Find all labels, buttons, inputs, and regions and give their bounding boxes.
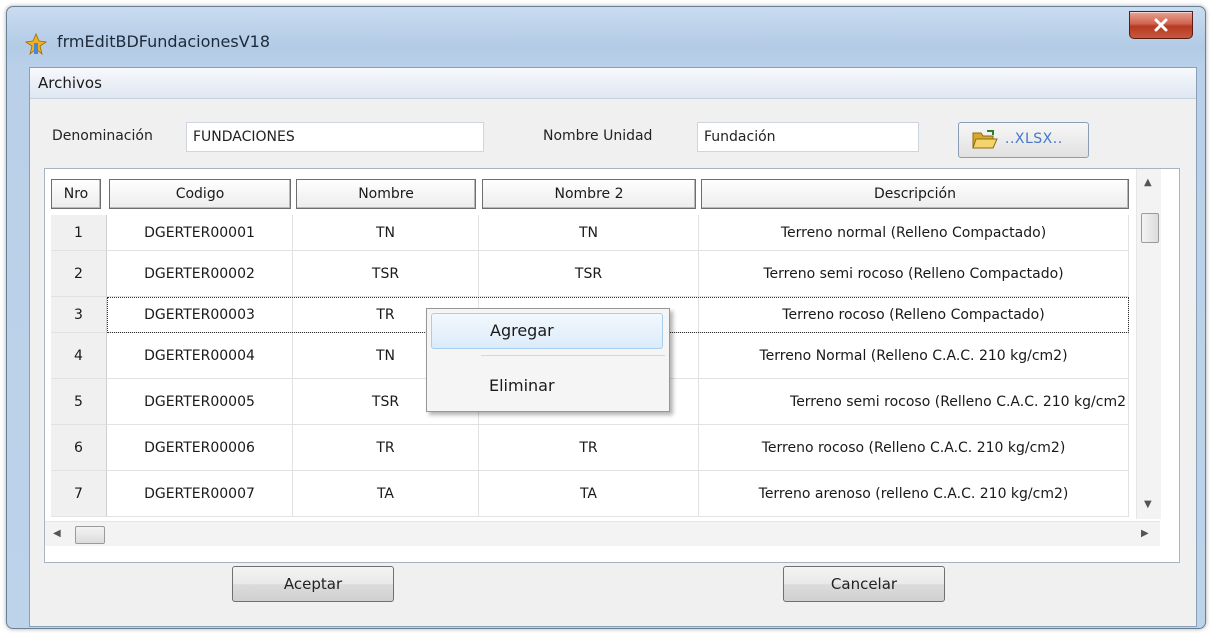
nombre-cell[interactable]: TA bbox=[293, 471, 479, 517]
column-header-nro[interactable]: Nro bbox=[51, 179, 101, 209]
close-button[interactable] bbox=[1129, 11, 1193, 39]
vertical-scrollbar[interactable]: ▲ ▼ bbox=[1136, 169, 1161, 519]
scroll-down-icon[interactable]: ▼ bbox=[1144, 499, 1152, 510]
open-folder-icon bbox=[972, 130, 998, 149]
row-number-cell[interactable]: 5 bbox=[51, 379, 107, 425]
horizontal-scroll-thumb[interactable] bbox=[75, 526, 105, 544]
nombre-unidad-input[interactable]: Fundación bbox=[697, 122, 919, 152]
context-menu-item-agregar[interactable]: Agregar bbox=[431, 313, 663, 349]
descripcion-cell[interactable]: Terreno arenoso (relleno C.A.C. 210 kg/c… bbox=[699, 471, 1129, 517]
close-icon bbox=[1154, 18, 1168, 32]
row-number-cell[interactable]: 2 bbox=[51, 251, 107, 297]
scroll-left-icon[interactable]: ◀ bbox=[53, 528, 61, 539]
row-number-cell[interactable]: 3 bbox=[51, 297, 107, 333]
accept-button[interactable]: Aceptar bbox=[232, 566, 394, 602]
context-menu: Agregar Eliminar bbox=[426, 308, 670, 412]
column-header-nombre-2[interactable]: Nombre 2 bbox=[482, 179, 696, 209]
nombre-2-cell[interactable]: TA bbox=[479, 471, 699, 517]
denominacion-label: Denominación bbox=[52, 128, 153, 144]
codigo-cell[interactable]: DGERTER00007 bbox=[107, 471, 293, 517]
codigo-cell[interactable]: DGERTER00003 bbox=[107, 297, 293, 333]
nombre-cell[interactable]: TR bbox=[293, 425, 479, 471]
nombre-2-cell[interactable]: TSR bbox=[479, 251, 699, 297]
cancel-button[interactable]: Cancelar bbox=[783, 566, 945, 602]
context-menu-item-label: Agregar bbox=[490, 321, 554, 340]
app-icon bbox=[25, 33, 47, 55]
descripcion-cell[interactable]: Terreno normal (Relleno Compactado) bbox=[699, 215, 1129, 251]
nombre-2-cell[interactable]: TN bbox=[479, 215, 699, 251]
column-header-codigo[interactable]: Codigo bbox=[109, 179, 291, 209]
codigo-cell[interactable]: DGERTER00004 bbox=[107, 333, 293, 379]
row-number-cell[interactable]: 7 bbox=[51, 471, 107, 517]
descripcion-cell[interactable]: Terreno semi rocoso (Relleno Compactado) bbox=[699, 251, 1129, 297]
denominacion-input[interactable]: FUNDACIONES bbox=[186, 122, 484, 152]
context-menu-item-eliminar[interactable]: Eliminar bbox=[431, 369, 663, 405]
window-title: frmEditBDFundacionesV18 bbox=[57, 32, 271, 51]
descripcion-cell[interactable]: Terreno rocoso (Relleno Compactado) bbox=[699, 297, 1129, 333]
context-menu-separator bbox=[481, 355, 665, 356]
descripcion-cell[interactable]: Terreno semi rocoso (Relleno C.A.C. 210 … bbox=[699, 379, 1129, 425]
context-menu-item-label: Eliminar bbox=[489, 376, 555, 395]
vertical-scroll-thumb[interactable] bbox=[1141, 213, 1159, 243]
scroll-up-icon[interactable]: ▲ bbox=[1144, 177, 1152, 188]
column-header-descripcion[interactable]: Descripción bbox=[701, 179, 1129, 209]
codigo-cell[interactable]: DGERTER00002 bbox=[107, 251, 293, 297]
title-bar[interactable]: frmEditBDFundacionesV18 bbox=[7, 7, 1205, 67]
scroll-right-icon[interactable]: ▶ bbox=[1141, 528, 1149, 539]
horizontal-scrollbar[interactable]: ◀ ▶ bbox=[45, 521, 1160, 546]
row-number-cell[interactable]: 1 bbox=[51, 215, 107, 251]
codigo-cell[interactable]: DGERTER00005 bbox=[107, 379, 293, 425]
nombre-cell[interactable]: TSR bbox=[293, 251, 479, 297]
descripcion-cell[interactable]: Terreno Normal (Relleno C.A.C. 210 kg/cm… bbox=[699, 333, 1129, 379]
nombre-2-cell[interactable]: TR bbox=[479, 425, 699, 471]
column-header-nombre[interactable]: Nombre bbox=[296, 179, 476, 209]
nombre-unidad-label: Nombre Unidad bbox=[543, 128, 653, 144]
row-number-cell[interactable]: 6 bbox=[51, 425, 107, 471]
nombre-cell[interactable]: TN bbox=[293, 215, 479, 251]
xlsx-label: ..XLSX.. bbox=[1005, 131, 1063, 147]
codigo-cell[interactable]: DGERTER00001 bbox=[107, 215, 293, 251]
descripcion-cell[interactable]: Terreno rocoso (Relleno C.A.C. 210 kg/cm… bbox=[699, 425, 1129, 471]
menu-bar: Archivos bbox=[30, 68, 1196, 99]
import-xlsx-button[interactable]: ..XLSX.. bbox=[958, 122, 1089, 158]
menu-archivos[interactable]: Archivos bbox=[38, 74, 102, 92]
codigo-cell[interactable]: DGERTER00006 bbox=[107, 425, 293, 471]
row-number-cell[interactable]: 4 bbox=[51, 333, 107, 379]
